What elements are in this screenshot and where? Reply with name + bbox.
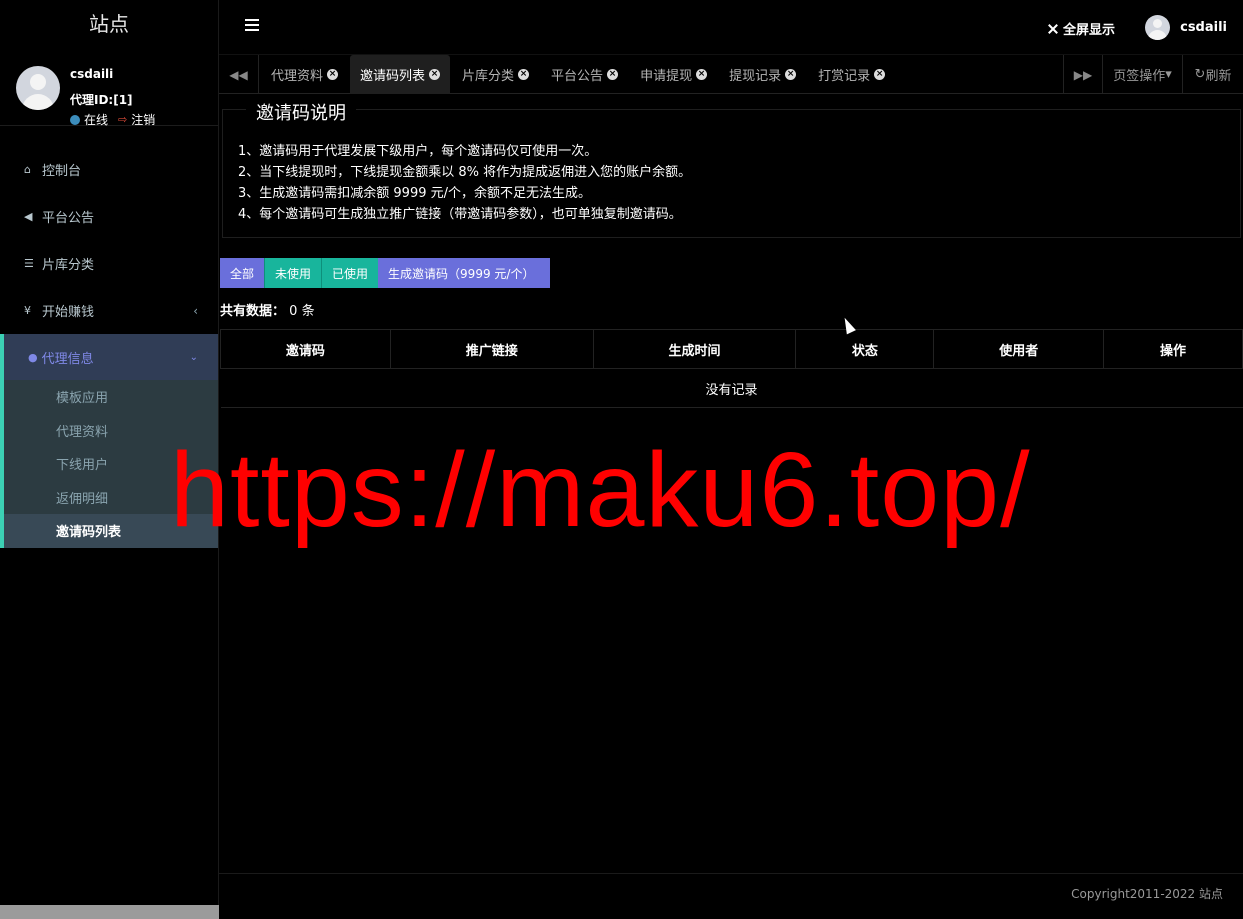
table-empty-row: 没有记录 bbox=[220, 368, 1243, 408]
fullscreen-button[interactable]: 全屏显示 bbox=[1047, 19, 1115, 38]
user-name: csdaili bbox=[70, 67, 114, 81]
count-label: 共有数据： bbox=[220, 304, 286, 319]
filter-bar: 全部 未使用 已使用 生成邀请码（9999 元/个） bbox=[220, 258, 551, 288]
list-icon: ☰ bbox=[24, 257, 34, 270]
sidebar-scrollbar[interactable] bbox=[0, 905, 219, 919]
fullscreen-label: 全屏显示 bbox=[1062, 23, 1115, 38]
agent-id: 代理ID:[1] bbox=[70, 93, 133, 107]
column-header[interactable]: 生成时间 bbox=[592, 329, 797, 369]
menu-toggle-icon[interactable] bbox=[245, 19, 259, 34]
empty-message: 没有记录 bbox=[220, 368, 1243, 408]
column-header[interactable]: 推广链接 bbox=[389, 329, 594, 369]
tab-label: 片库分类 bbox=[462, 69, 515, 84]
column-header[interactable]: 邀请码 bbox=[220, 329, 391, 369]
close-icon[interactable]: × bbox=[518, 69, 530, 80]
tab-invite-codes[interactable]: 邀请码列表 × bbox=[350, 55, 451, 94]
footer: Copyright2011-2022 站点 bbox=[219, 873, 1243, 919]
sidebar-item-label: 开始赚钱 bbox=[42, 305, 95, 320]
refresh-icon: ↻ bbox=[1194, 67, 1206, 82]
user-panel: csdaili 代理ID:[1] 在线 ⇨ 注销 bbox=[0, 48, 218, 128]
count-value: 0 bbox=[289, 304, 298, 319]
tab-categories[interactable]: 片库分类 × bbox=[452, 55, 539, 94]
close-icon[interactable]: × bbox=[327, 69, 339, 80]
home-icon: ⌂ bbox=[24, 163, 31, 176]
yen-icon: ¥ bbox=[24, 304, 31, 317]
header-user-menu[interactable]: csdaili bbox=[1145, 15, 1227, 40]
sidebar-group-label: 代理信息 bbox=[41, 351, 94, 367]
tab-ops-label: 页签操作 bbox=[1113, 69, 1166, 84]
tabs: 代理资料 × 邀请码列表 × 片库分类 × 平台公告 × 申请提现 × 提现记录… bbox=[261, 55, 897, 94]
tab-scroll-left-icon[interactable]: ◀◀ bbox=[219, 55, 259, 94]
notice-line: 3、生成邀请码需扣减余额 9999 元/个，余额不足无法生成。 bbox=[238, 186, 591, 201]
column-header[interactable]: 操作 bbox=[1103, 329, 1243, 369]
invite-notice: 邀请码说明 1、邀请码用于代理发展下级用户，每个邀请码仅可使用一次。 2、当下线… bbox=[222, 99, 1241, 238]
sidebar-item-label: 片库分类 bbox=[42, 258, 95, 273]
filter-used-button[interactable]: 已使用 bbox=[321, 258, 379, 288]
filter-unused-button[interactable]: 未使用 bbox=[264, 258, 322, 288]
user-icon: ● bbox=[28, 350, 38, 364]
sidebar-group-agent-head[interactable]: ● 代理信息 ⌄ bbox=[4, 334, 218, 380]
sidebar-item-earn[interactable]: ¥ 开始赚钱 ‹ bbox=[0, 287, 218, 334]
generate-code-button[interactable]: 生成邀请码（9999 元/个） bbox=[378, 258, 551, 288]
tab-label: 平台公告 bbox=[551, 69, 604, 84]
sidebar-item-label: 控制台 bbox=[42, 164, 82, 179]
count-unit: 条 bbox=[301, 304, 315, 319]
tab-label: 邀请码列表 bbox=[360, 69, 426, 84]
notice-lines: 1、邀请码用于代理发展下级用户，每个邀请码仅可使用一次。 2、当下线提现时，下线… bbox=[238, 141, 691, 225]
close-icon[interactable]: × bbox=[874, 69, 886, 80]
close-icon[interactable]: × bbox=[607, 69, 619, 80]
site-logo[interactable]: 站点 bbox=[0, 0, 218, 48]
online-label: 在线 bbox=[84, 113, 109, 127]
user-avatar bbox=[16, 66, 60, 110]
user-status: 在线 ⇨ 注销 bbox=[70, 111, 155, 128]
chevron-down-icon: ⌄ bbox=[189, 351, 198, 363]
logout-link[interactable]: 注销 bbox=[131, 111, 155, 128]
sidebar-subitem-templates[interactable]: 模板应用 bbox=[4, 380, 218, 414]
refresh-button[interactable]: ↻ 刷新 bbox=[1183, 55, 1243, 94]
copyright: Copyright2011-2022 站点 bbox=[1071, 887, 1223, 901]
tab-label: 打赏记录 bbox=[818, 69, 871, 84]
tab-agent-profile[interactable]: 代理资料 × bbox=[261, 55, 348, 94]
online-dot-icon bbox=[70, 114, 80, 125]
watermark-url: https://maku6.top/ bbox=[170, 431, 1031, 549]
expand-icon bbox=[1047, 23, 1059, 35]
tab-label: 代理资料 bbox=[271, 69, 324, 84]
notice-line: 1、邀请码用于代理发展下级用户，每个邀请码仅可使用一次。 bbox=[238, 144, 598, 159]
notice-line: 4、每个邀请码可生成独立推广链接（带邀请码参数），也可单独复制邀请码。 bbox=[238, 207, 682, 222]
close-icon[interactable]: × bbox=[429, 69, 441, 80]
record-count: 共有数据： 0 条 bbox=[220, 300, 315, 319]
tab-label: 申请提现 bbox=[640, 69, 693, 84]
top-header: 全屏显示 csdaili bbox=[219, 0, 1243, 54]
caret-down-icon: ▾ bbox=[1165, 67, 1172, 82]
tab-bar: ◀◀ 代理资料 × 邀请码列表 × 片库分类 × 平台公告 × 申请提现 × 提… bbox=[219, 54, 1243, 94]
logout-icon[interactable]: ⇨ bbox=[118, 113, 127, 126]
close-icon[interactable]: × bbox=[696, 69, 708, 80]
tab-tip-records[interactable]: 打赏记录 × bbox=[808, 55, 895, 94]
invite-code-table: 邀请码 推广链接 生成时间 状态 使用者 操作 没有记录 bbox=[220, 329, 1243, 408]
sidebar-item-label: 平台公告 bbox=[42, 211, 95, 226]
chevron-left-icon: ‹ bbox=[193, 303, 198, 318]
column-header[interactable]: 使用者 bbox=[933, 329, 1105, 369]
column-header[interactable]: 状态 bbox=[795, 329, 935, 369]
tab-withdraw-apply[interactable]: 申请提现 × bbox=[630, 55, 717, 94]
notice-title: 邀请码说明 bbox=[246, 99, 356, 125]
tab-operations-dropdown[interactable]: 页签操作 ▾ bbox=[1103, 55, 1183, 94]
tab-withdraw-records[interactable]: 提现记录 × bbox=[719, 55, 806, 94]
tab-label: 提现记录 bbox=[729, 69, 782, 84]
filter-all-button[interactable]: 全部 bbox=[220, 258, 265, 288]
header-username: csdaili bbox=[1180, 20, 1227, 35]
sidebar-item-dashboard[interactable]: ⌂ 控制台 bbox=[0, 146, 218, 193]
table-header-row: 邀请码 推广链接 生成时间 状态 使用者 操作 bbox=[220, 329, 1243, 369]
sidebar-item-categories[interactable]: ☰ 片库分类 bbox=[0, 240, 218, 287]
close-icon[interactable]: × bbox=[785, 69, 797, 80]
header-avatar bbox=[1145, 15, 1171, 40]
tab-scroll-right-icon[interactable]: ▶▶ bbox=[1063, 55, 1103, 94]
sidebar-item-announcements[interactable]: ◀ 平台公告 bbox=[0, 193, 218, 240]
tab-announcements[interactable]: 平台公告 × bbox=[541, 55, 628, 94]
notice-line: 2、当下线提现时，下线提现金额乘以 8% 将作为提成返佣进入您的账户余额。 bbox=[238, 165, 692, 180]
refresh-label: 刷新 bbox=[1205, 69, 1232, 84]
bullhorn-icon: ◀ bbox=[24, 210, 33, 223]
